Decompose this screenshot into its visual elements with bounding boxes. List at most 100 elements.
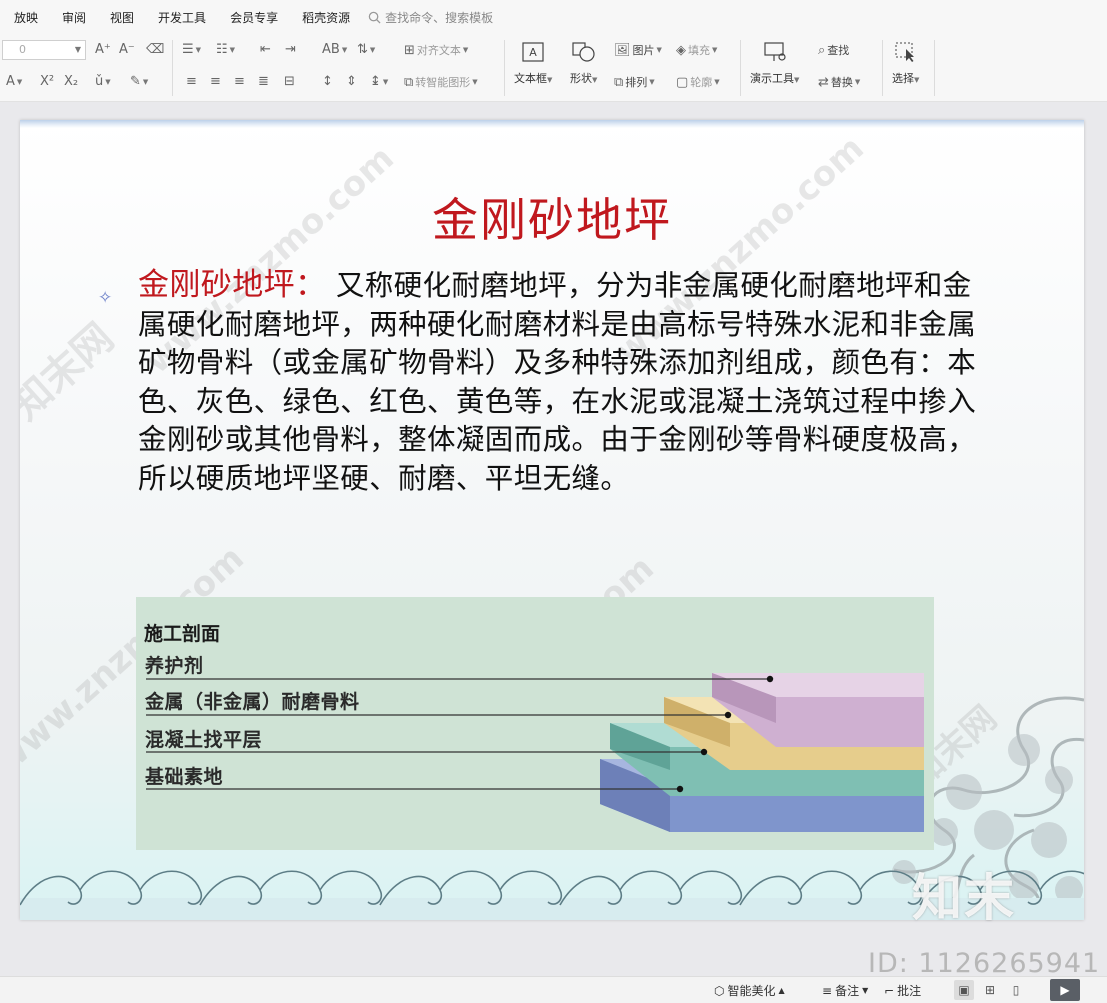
group-separator: [504, 40, 505, 96]
arrange-button[interactable]: ⧉ 排列 ▼: [614, 74, 655, 90]
numbered-list-icon: ☷: [216, 42, 228, 57]
chevron-down-icon: ▼: [462, 46, 469, 54]
smart-shape-button[interactable]: ⧉ 转智能图形 ▼: [404, 74, 478, 90]
smart-shape-label: 转智能图形: [415, 76, 471, 89]
menu-member[interactable]: 会员专享: [218, 9, 290, 26]
line-spacing-icon: ↕: [322, 74, 333, 89]
align-center-button[interactable]: ≡: [210, 74, 221, 89]
menu-slideshow[interactable]: 放映: [0, 9, 50, 26]
menu-view[interactable]: 视图: [98, 9, 146, 26]
decrease-indent-button[interactable]: ⇤: [260, 42, 271, 57]
normal-view-button[interactable]: ▣: [954, 980, 974, 1000]
font-color-button[interactable]: A ▼: [6, 74, 22, 89]
command-search[interactable]: 查找命令、搜索模板: [368, 9, 493, 26]
comments-label: 批注: [897, 984, 922, 998]
chevron-down-icon: ▼: [714, 78, 720, 86]
chevron-down-icon: ▼: [472, 78, 478, 86]
comments-button[interactable]: ⌐ 批注: [884, 982, 921, 999]
phonetic-button[interactable]: ǔ ▼: [95, 74, 111, 89]
chevron-down-icon: ▼: [592, 76, 598, 84]
outline-icon: ▢: [676, 74, 689, 90]
paint-bucket-icon: ◈: [676, 42, 686, 58]
smart-beautify-button[interactable]: ⬡ 智能美化 ▲: [714, 982, 785, 999]
eraser-icon: ⌫: [146, 42, 165, 57]
chevron-down-icon: ▼: [712, 46, 718, 54]
outline-label: 轮廓: [690, 76, 713, 89]
group-separator: [934, 40, 935, 96]
present-tools-button[interactable]: 演示工具▼: [750, 40, 799, 86]
superscript-button[interactable]: X²: [40, 74, 54, 89]
layer-illustration: [146, 673, 924, 832]
slide[interactable]: 知末网 www.znzmo.com www.znzmo.com www.znzm…: [20, 120, 1084, 920]
beautify-icon: ⬡: [714, 983, 725, 998]
chevron-down-icon: ▼: [656, 46, 662, 54]
paragraph-spacing-button[interactable]: ⇕: [346, 74, 357, 89]
watermark-text: 知末网: [20, 314, 123, 430]
bullet-list-button[interactable]: ☰ ▼: [182, 42, 201, 57]
shape-button[interactable]: 形状▼: [570, 40, 597, 86]
presentation-tools-icon: [762, 40, 788, 64]
chevron-down-icon: ▼: [547, 76, 553, 84]
text-direction-icon: AB: [322, 42, 340, 57]
present-tools-label: 演示工具: [750, 72, 794, 85]
chevron-down-icon: ▼: [914, 76, 920, 84]
slide-top-border: [20, 120, 1084, 128]
align-center-icon: ≡: [210, 74, 221, 89]
menu-developer[interactable]: 开发工具: [146, 9, 218, 26]
search-icon: ⌕: [818, 42, 826, 58]
textbox-button[interactable]: A 文本框▼: [514, 40, 552, 86]
slide-body-text[interactable]: 金刚砂地坪： 又称硬化耐磨地坪，分为非金属硬化耐磨地坪和金属硬化耐磨地坪，两种硬…: [138, 266, 988, 498]
clear-format-button[interactable]: ⌫: [146, 42, 164, 57]
chevron-down-icon: ▼: [74, 45, 81, 54]
highlight-button[interactable]: ✎ ▼: [130, 74, 148, 89]
replace-label: 替换: [830, 76, 853, 89]
picture-icon: 🖼: [614, 42, 631, 58]
chevron-down-icon: ▼: [854, 78, 861, 86]
align-left-button[interactable]: ≡: [186, 74, 197, 89]
menu-docer-resources[interactable]: 稻壳资源: [290, 9, 362, 26]
line-spacing-menu[interactable]: ↨ ▼: [370, 74, 388, 89]
chevron-down-icon: ▼: [649, 78, 655, 86]
numbered-list-button[interactable]: ☷ ▼: [216, 42, 235, 57]
sort-button[interactable]: ⇅ ▼: [357, 42, 375, 57]
align-text-button[interactable]: ⊞ 对齐文本 ▼: [404, 42, 468, 58]
slide-sorter-button[interactable]: ⊞: [980, 980, 1000, 1000]
find-label: 查找: [827, 44, 850, 57]
cross-section-diagram[interactable]: 施工剖面 养护剂 金属（非金属）耐磨骨料 混凝土找平层 基础素地: [136, 597, 934, 850]
find-button[interactable]: ⌕ 查找: [818, 42, 849, 58]
select-button[interactable]: 选择▼: [892, 40, 919, 86]
picture-button[interactable]: 🖼 图片 ▼: [614, 42, 662, 58]
decrease-font-button[interactable]: A⁻: [119, 42, 135, 57]
menu-review[interactable]: 审阅: [50, 9, 98, 26]
layer-label-aggregate: 金属（非金属）耐磨骨料: [145, 691, 360, 713]
text-direction-button[interactable]: AB ▼: [322, 42, 347, 57]
search-placeholder: 查找命令、搜索模板: [385, 10, 494, 25]
chevron-down-icon: ▼: [382, 77, 389, 86]
group-separator: [740, 40, 741, 96]
outline-button[interactable]: ▢ 轮廓 ▼: [676, 74, 720, 90]
textbox-icon: A: [520, 40, 546, 64]
term-heading: 金刚砂地坪：: [138, 267, 327, 303]
line-spacing-button[interactable]: ↕: [322, 74, 333, 89]
replace-button[interactable]: ⇄ 替换 ▼: [818, 74, 860, 90]
select-cursor-icon: [893, 40, 919, 64]
justify-button[interactable]: ≣: [258, 74, 269, 89]
book-icon: ▯: [1012, 983, 1020, 997]
font-size-input[interactable]: 0 ▼: [2, 40, 86, 60]
align-right-button[interactable]: ≡: [234, 74, 245, 89]
play-slideshow-button[interactable]: ▶: [1050, 979, 1080, 1001]
reading-view-button[interactable]: ▯: [1006, 980, 1026, 1000]
chevron-down-icon: ▼: [195, 45, 202, 54]
subscript-button[interactable]: X₂: [64, 74, 78, 89]
slide-canvas: 知末网 www.znzmo.com www.znzmo.com www.znzm…: [0, 103, 1107, 938]
distribute-button[interactable]: ⊟: [284, 74, 295, 89]
increase-font-button[interactable]: A⁺: [95, 42, 111, 57]
increase-indent-button[interactable]: ⇥: [285, 42, 296, 57]
subscript-icon: X₂: [64, 74, 79, 89]
notes-button[interactable]: ≡ 备注 ▼: [822, 982, 868, 999]
slide-title[interactable]: 金刚砂地坪: [20, 184, 1084, 250]
chevron-down-icon: ▼: [341, 45, 348, 54]
font-color-icon: A: [6, 74, 15, 89]
highlighter-icon: ✎: [130, 74, 141, 89]
fill-button[interactable]: ◈ 填充 ▼: [676, 42, 717, 58]
